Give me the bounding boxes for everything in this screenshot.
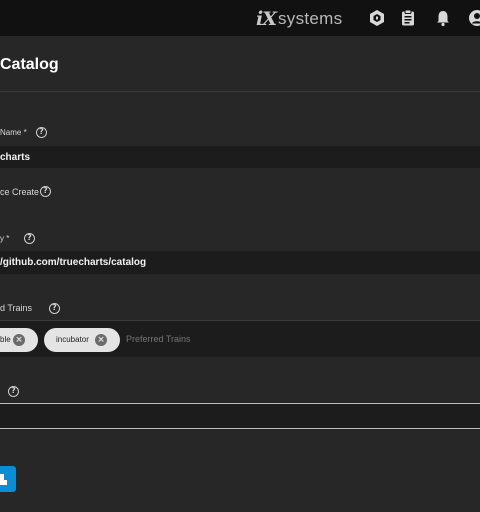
train-chip-label: incubator	[56, 335, 89, 344]
repository-value: /github.com/truecharts/catalog	[0, 257, 147, 268]
ixsystems-logo[interactable]: iX systems	[256, 8, 342, 30]
repository-help-icon[interactable]: ?	[24, 233, 35, 244]
branch-field[interactable]	[0, 404, 480, 428]
remove-chip-icon[interactable]: ×	[95, 334, 107, 346]
train-chip-incubator[interactable]: incubator ×	[44, 328, 120, 352]
trains-help-icon[interactable]: ?	[49, 303, 60, 314]
trains-label: d Trains	[0, 303, 33, 313]
catalog-name-field[interactable]: charts	[0, 146, 480, 168]
train-chip-label: ble	[0, 335, 11, 344]
catalog-name-help-icon[interactable]: ?	[36, 127, 47, 138]
title-divider	[0, 91, 480, 92]
trains-input[interactable]	[126, 334, 326, 344]
notifications-bell-icon[interactable]	[434, 9, 452, 27]
catalog-name-label: Name *	[0, 128, 27, 137]
truecommand-icon[interactable]	[368, 9, 386, 27]
force-create-help-icon[interactable]: ?	[40, 186, 51, 197]
remove-chip-icon[interactable]: ×	[13, 334, 25, 346]
brand-name: systems	[277, 9, 343, 28]
add-catalog-panel	[0, 36, 480, 512]
branch-help-icon[interactable]: ?	[8, 386, 19, 397]
top-toolbar: iX systems	[0, 0, 480, 36]
branch-field-underline	[0, 428, 480, 429]
force-create-label: ce Create	[0, 187, 40, 197]
repository-label: y *	[0, 234, 10, 243]
account-icon[interactable]	[468, 9, 480, 27]
clipboard-icon[interactable]	[399, 9, 417, 27]
brand-prefix: iX	[256, 8, 277, 30]
train-chip-stable[interactable]: ble ×	[0, 328, 38, 352]
catalog-name-value: charts	[0, 152, 31, 163]
pointer-cursor-icon	[0, 474, 7, 485]
repository-field[interactable]: /github.com/truecharts/catalog	[0, 251, 480, 274]
page-title: Catalog	[0, 56, 59, 73]
